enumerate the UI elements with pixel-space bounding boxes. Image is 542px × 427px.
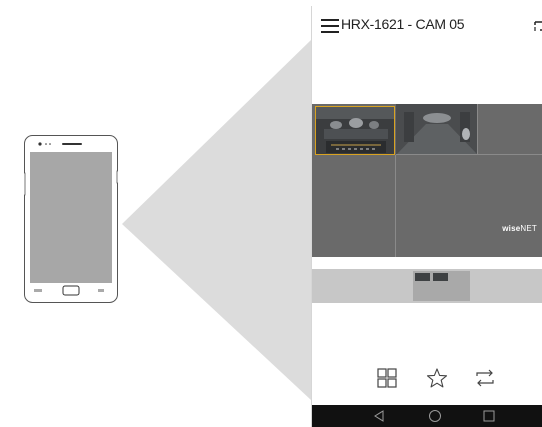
app-header: HRX-1621 - CAM 05 [312, 6, 542, 44]
camera-tile[interactable] [396, 104, 478, 155]
empty-camera-tile[interactable]: wiseNET [396, 155, 542, 257]
android-nav-bar [312, 405, 542, 427]
grid-layout-icon[interactable] [376, 367, 398, 389]
empty-camera-tile[interactable] [312, 155, 396, 257]
camera-feed-image [316, 107, 394, 154]
square-recents-icon[interactable] [482, 409, 496, 423]
camera-feed-image [396, 104, 477, 154]
layout-thumbnail[interactable] [413, 271, 470, 301]
mobile-app-screen: HRX-1621 - CAM 05 wiseNET [311, 6, 542, 427]
circle-home-icon[interactable] [428, 409, 442, 423]
triangle-back-icon[interactable] [372, 409, 386, 423]
hamburger-menu-icon[interactable] [321, 19, 339, 33]
empty-camera-tile[interactable] [478, 104, 542, 155]
wisenet-logo: wiseNET [502, 224, 537, 233]
thumbnail-cell [415, 273, 430, 281]
illustration-stage: HRX-1621 - CAM 05 wiseNET [0, 0, 542, 427]
phone-illustration [24, 135, 118, 303]
star-icon[interactable] [426, 367, 448, 389]
layout-thumbnail-strip [312, 269, 542, 303]
cast-icon[interactable] [534, 19, 542, 33]
thumbnail-cell [433, 273, 448, 281]
page-title: HRX-1621 - CAM 05 [341, 16, 465, 32]
camera-tile-selected[interactable] [315, 106, 395, 155]
swap-arrows-icon[interactable] [474, 367, 496, 389]
video-grid: wiseNET [312, 104, 542, 257]
